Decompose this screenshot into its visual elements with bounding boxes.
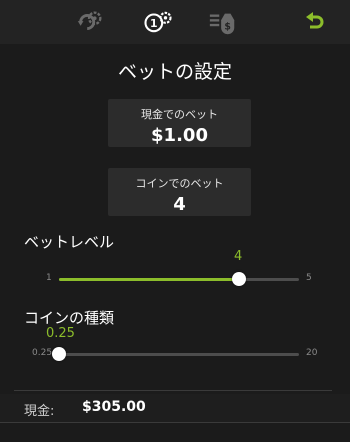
footer-balance: 現金: $305.00 [0,394,350,422]
bet-level-thumb[interactable] [232,272,246,286]
auto-spin-gear-icon[interactable] [75,8,105,36]
bet-level-current-value: 4 [234,249,243,264]
coin-type-max-label: 20 [306,348,318,358]
coin-bet-value: 4 [173,194,186,215]
bet-level-label: ベットレベル [24,233,115,251]
coin-type-label: コインの種類 [24,309,115,327]
bet-level-min-label: 1 [46,273,52,283]
svg-text:1: 1 [150,17,158,30]
bottom-bar [0,422,350,442]
bet-level-max-label: 5 [306,273,312,283]
back-arrow-icon[interactable] [300,8,330,36]
cash-bet-label: 現金でのベット [141,108,218,121]
cash-bet-box: 現金でのベット $1.00 [108,99,251,147]
top-toolbar: 1 $ [0,0,350,44]
svg-text:$: $ [224,22,231,33]
coin-bet-label: コインでのベット [135,177,224,190]
cash-bet-value: $1.00 [151,125,208,146]
cash-balance-label: 現金: [24,404,55,419]
footer-divider [14,390,332,391]
cash-balance-value: $305.00 [82,399,146,415]
bet-settings-icon[interactable]: 1 [143,8,173,36]
paytable-coins-icon[interactable]: $ [208,8,238,36]
coin-type-min-label: 0.25 [32,348,53,358]
coin-bet-box: コインでのベット 4 [108,168,251,216]
coin-type-thumb[interactable] [52,347,66,361]
coin-type-track[interactable] [59,353,299,356]
page-title: ベットの設定 [117,61,232,83]
bet-level-fill [59,278,239,281]
coin-type-current-value: 0.25 [46,326,75,341]
